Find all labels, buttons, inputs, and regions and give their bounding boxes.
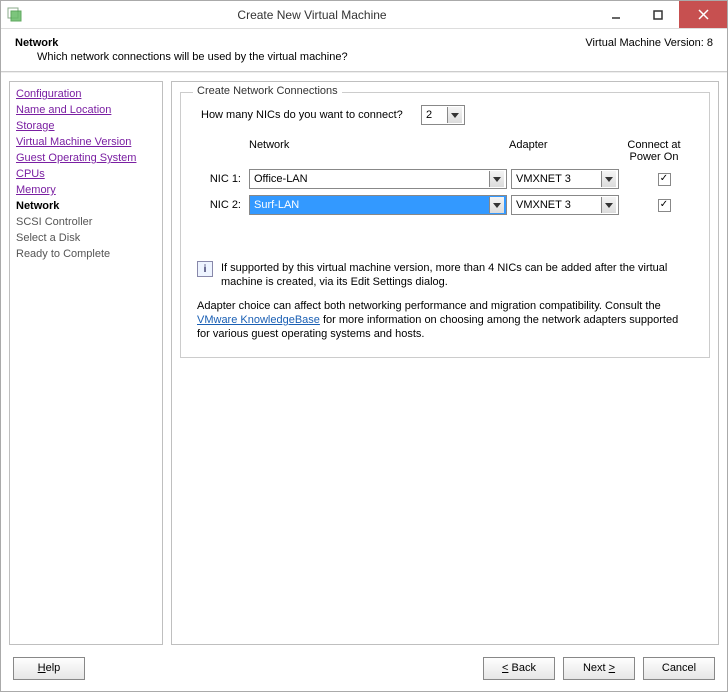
window-title: Create New Virtual Machine <box>29 8 595 22</box>
network-fieldset: Create Network Connections How many NICs… <box>180 92 710 358</box>
col-adapter: Adapter <box>509 139 619 163</box>
back-label: Back <box>512 662 536 674</box>
chevron-down-icon <box>447 107 462 123</box>
nic-adapter-value: VMXNET 3 <box>516 199 571 211</box>
help-button[interactable]: Help <box>13 657 85 680</box>
nic-row: NIC 1: Office-LAN VMXNET 3 ✓ <box>201 169 699 189</box>
maximize-button[interactable] <box>637 1 679 28</box>
wizard-step[interactable]: Virtual Machine Version <box>16 134 156 150</box>
chevron-down-icon <box>601 171 616 187</box>
close-button[interactable] <box>679 1 727 28</box>
nic-label: NIC 2: <box>201 199 249 211</box>
cancel-label: Cancel <box>662 662 696 674</box>
nic-count-row: How many NICs do you want to connect? 2 <box>201 105 699 125</box>
page-title: Network <box>15 37 348 49</box>
connect-at-power-on-checkbox[interactable]: ✓ <box>658 199 671 212</box>
chevron-down-icon <box>601 197 616 213</box>
vm-version-label: Virtual Machine Version: 8 <box>585 37 713 49</box>
info-row: i If supported by this virtual machine v… <box>197 261 693 289</box>
nic-network-select[interactable]: Surf-LAN <box>249 195 507 215</box>
cancel-button[interactable]: Cancel <box>643 657 715 680</box>
minimize-button[interactable] <box>595 1 637 28</box>
nic-count-select[interactable]: 2 <box>421 105 465 125</box>
wizard-step[interactable]: Guest Operating System <box>16 150 156 166</box>
nic-network-value: Surf-LAN <box>254 199 299 211</box>
wizard-step: SCSI Controller <box>16 214 156 230</box>
chevron-down-icon <box>489 197 504 213</box>
nic-network-select[interactable]: Office-LAN <box>249 169 507 189</box>
help-label: elp <box>46 662 61 674</box>
wizard-step[interactable]: Memory <box>16 182 156 198</box>
nic-count-label: How many NICs do you want to connect? <box>201 109 421 121</box>
next-label: Next <box>583 662 606 674</box>
wizard-step[interactable]: Storage <box>16 118 156 134</box>
app-icon <box>7 7 23 23</box>
fieldset-legend: Create Network Connections <box>193 85 342 97</box>
nic-label: NIC 1: <box>201 173 249 185</box>
dialog-window: Create New Virtual Machine Network Which… <box>0 0 728 692</box>
next-button[interactable]: Next > <box>563 657 635 680</box>
nic-network-value: Office-LAN <box>254 173 308 185</box>
wizard-step[interactable]: Name and Location <box>16 102 156 118</box>
window-controls <box>595 1 727 28</box>
wizard-step: Network <box>16 198 156 214</box>
nic-count-value: 2 <box>426 109 432 121</box>
wizard-steps-sidebar: ConfigurationName and LocationStorageVir… <box>9 81 163 645</box>
nic-adapter-select[interactable]: VMXNET 3 <box>511 169 619 189</box>
wizard-header: Network Which network connections will b… <box>1 29 727 71</box>
nic-column-headers: Network Adapter Connect at Power On <box>201 139 699 163</box>
nic-adapter-select[interactable]: VMXNET 3 <box>511 195 619 215</box>
connect-at-power-on-checkbox[interactable]: ✓ <box>658 173 671 186</box>
nic-row: NIC 2: Surf-LAN VMXNET 3 ✓ <box>201 195 699 215</box>
titlebar: Create New Virtual Machine <box>1 1 727 29</box>
kb-link[interactable]: VMware KnowledgeBase <box>197 314 320 326</box>
wizard-content: Create Network Connections How many NICs… <box>171 81 719 645</box>
info-text: If supported by this virtual machine ver… <box>221 261 693 289</box>
advice-pre: Adapter choice can affect both networkin… <box>197 300 661 312</box>
wizard-step[interactable]: CPUs <box>16 166 156 182</box>
wizard-footer: Help < Back Next > Cancel <box>1 645 727 691</box>
wizard-step: Select a Disk <box>16 230 156 246</box>
col-network: Network <box>249 139 509 163</box>
wizard-step: Ready to Complete <box>16 246 156 262</box>
nic-adapter-value: VMXNET 3 <box>516 173 571 185</box>
wizard-step[interactable]: Configuration <box>16 86 156 102</box>
advice-text: Adapter choice can affect both networkin… <box>197 299 693 341</box>
info-icon: i <box>197 261 213 277</box>
col-connect: Connect at Power On <box>619 139 689 163</box>
chevron-down-icon <box>489 171 504 187</box>
back-button[interactable]: < Back <box>483 657 555 680</box>
page-subtitle: Which network connections will be used b… <box>37 51 348 63</box>
